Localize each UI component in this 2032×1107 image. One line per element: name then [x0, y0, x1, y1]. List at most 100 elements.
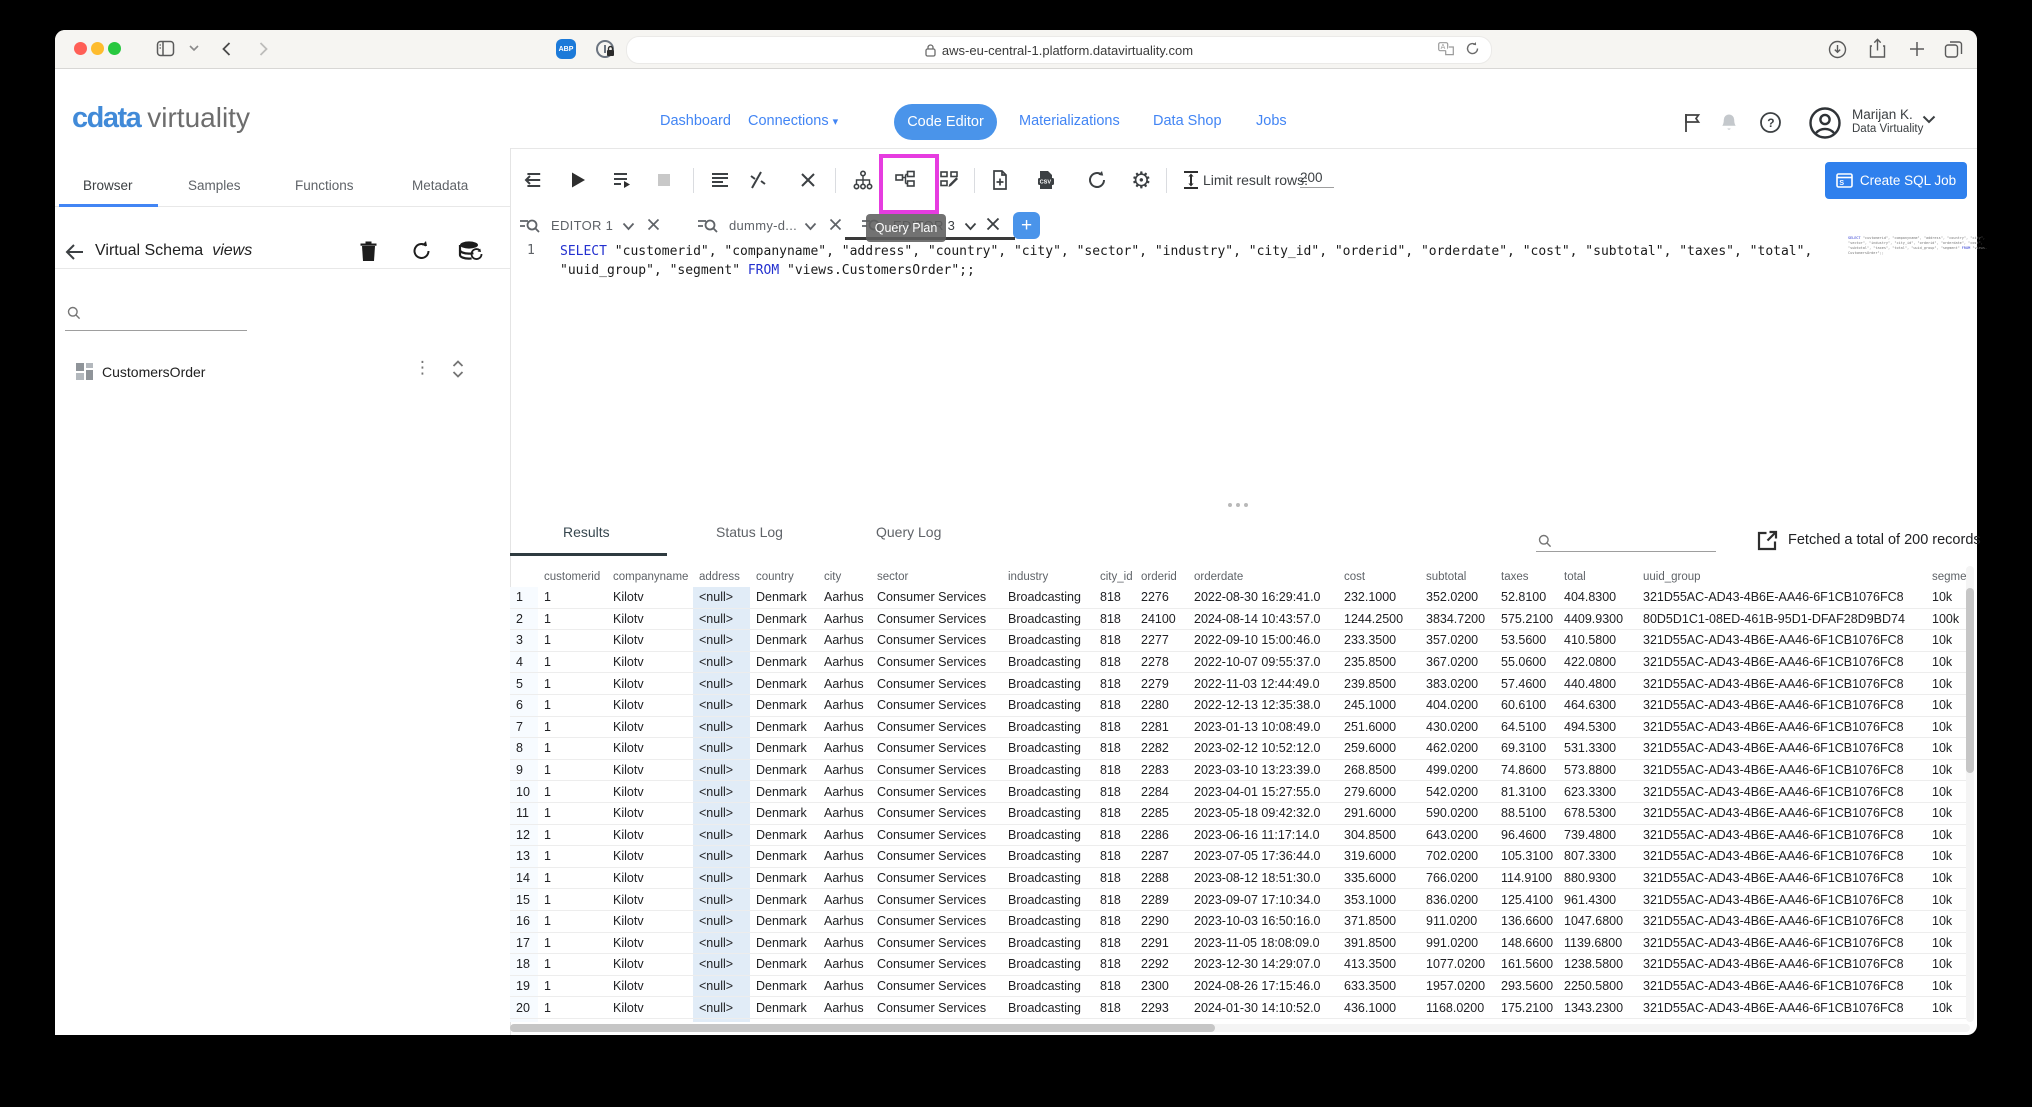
cell-sector[interactable]: Consumer Services [871, 824, 1002, 846]
cell-industry[interactable]: Broadcasting [1002, 630, 1094, 652]
cell-orderid[interactable]: 2294 [1135, 1018, 1188, 1022]
cell-cost[interactable]: 251.6000 [1338, 716, 1420, 738]
cell-sector[interactable]: Consumer Services [871, 587, 1002, 608]
cell-orderid[interactable]: 2276 [1135, 587, 1188, 608]
cell-sector[interactable]: Consumer Services [871, 846, 1002, 868]
cell-cost[interactable]: 413.3500 [1338, 954, 1420, 976]
column-header-total[interactable]: total [1558, 566, 1637, 587]
cell-subtotal[interactable]: 542.0200 [1420, 781, 1495, 803]
cell-industry[interactable]: Broadcasting [1002, 1018, 1094, 1022]
cell-orderid[interactable]: 24100 [1135, 608, 1188, 630]
cell-address[interactable]: <null> [693, 997, 750, 1019]
cell-address[interactable]: <null> [693, 889, 750, 911]
cell-customerid[interactable]: 1 [538, 997, 607, 1019]
cell-orderdate[interactable]: 2023-03-10 13:23:39.0 [1188, 759, 1338, 781]
cell-subtotal[interactable]: 836.0200 [1420, 889, 1495, 911]
cell-customerid[interactable]: 1 [538, 975, 607, 997]
editor-tab-2-chevron-icon[interactable] [804, 222, 817, 231]
column-header-subtotal[interactable]: subtotal [1420, 566, 1495, 587]
cell-uuid_group[interactable]: 80D5D1C1-08ED-461B-95D1-DFAF28D9BD74 [1637, 608, 1926, 630]
cell-subtotal[interactable]: 991.0200 [1420, 932, 1495, 954]
table-row[interactable]: 91Kilotv<null>DenmarkAarhusConsumer Serv… [510, 759, 1966, 781]
column-header-city_id[interactable]: city_id [1094, 566, 1135, 587]
cell-cost[interactable]: 232.1000 [1338, 587, 1420, 608]
cell-industry[interactable]: Broadcasting [1002, 716, 1094, 738]
cell-subtotal[interactable]: 702.0200 [1420, 846, 1495, 868]
panel-splitter-handle[interactable] [1228, 503, 1248, 507]
edit-query-plan-icon[interactable] [939, 169, 961, 191]
cell-sector[interactable]: Consumer Services [871, 630, 1002, 652]
column-header-companyname[interactable]: companyname [607, 566, 693, 587]
cell-taxes[interactable]: 161.5600 [1495, 954, 1558, 976]
table-row[interactable]: 121Kilotv<null>DenmarkAarhusConsumer Ser… [510, 824, 1966, 846]
cell-orderdate[interactable]: 2023-02-12 10:52:12.0 [1188, 738, 1338, 760]
cell-orderid[interactable]: 2290 [1135, 910, 1188, 932]
tab-overview-icon[interactable] [1944, 40, 1963, 59]
cell-segment[interactable]: 10k [1926, 630, 1966, 652]
cell-companyname[interactable]: Kilotv [607, 781, 693, 803]
cell-companyname[interactable]: Kilotv [607, 759, 693, 781]
password-manager-extension-icon[interactable] [595, 39, 615, 59]
cell-country[interactable]: Denmark [750, 997, 818, 1019]
cell-industry[interactable]: Broadcasting [1002, 910, 1094, 932]
table-row[interactable]: 211Kilotv<null>DenmarkAarhusConsumer Ser… [510, 1018, 1966, 1022]
minimize-window-button[interactable] [91, 42, 104, 55]
cell-orderdate[interactable]: 2023-10-03 16:50:16.0 [1188, 910, 1338, 932]
nav-data-shop[interactable]: Data Shop [1153, 113, 1222, 129]
cell-subtotal[interactable]: 357.0200 [1420, 630, 1495, 652]
cell-taxes[interactable]: 81.3100 [1495, 781, 1558, 803]
cell-city[interactable]: Aarhus [818, 694, 871, 716]
cell-country[interactable]: Denmark [750, 910, 818, 932]
toggle-comment-icon[interactable] [747, 169, 769, 191]
cell-cost[interactable]: 436.1000 [1338, 997, 1420, 1019]
cell-segment[interactable]: 10k [1926, 1018, 1966, 1022]
cell-uuid_group[interactable]: 321D55AC-AD43-4B6E-AA46-6F1CB1076FC8 [1637, 694, 1926, 716]
cell-companyname[interactable]: Kilotv [607, 1018, 693, 1022]
cell-customerid[interactable]: 1 [538, 673, 607, 695]
horizontal-scrollbar-thumb[interactable] [510, 1024, 1215, 1032]
column-header-cost[interactable]: cost [1338, 566, 1420, 587]
cell-city[interactable]: Aarhus [818, 932, 871, 954]
cell-subtotal[interactable]: 352.0200 [1420, 587, 1495, 608]
table-row[interactable]: 31Kilotv<null>DenmarkAarhusConsumer Serv… [510, 630, 1966, 652]
cell-address[interactable]: <null> [693, 738, 750, 760]
sidebar-tab-functions[interactable]: Functions [295, 178, 354, 193]
cell-cost[interactable]: 633.3500 [1338, 975, 1420, 997]
cell-orderid[interactable]: 2284 [1135, 781, 1188, 803]
table-row[interactable]: 161Kilotv<null>DenmarkAarhusConsumer Ser… [510, 910, 1966, 932]
cell-customerid[interactable]: 1 [538, 694, 607, 716]
cell-industry[interactable]: Broadcasting [1002, 759, 1094, 781]
cell-industry[interactable]: Broadcasting [1002, 673, 1094, 695]
row-number[interactable]: 11 [510, 802, 538, 824]
cell-city_id[interactable]: 818 [1094, 738, 1135, 760]
cell-industry[interactable]: Broadcasting [1002, 608, 1094, 630]
cell-city[interactable]: Aarhus [818, 716, 871, 738]
cell-orderdate[interactable]: 2023-05-18 09:42:32.0 [1188, 802, 1338, 824]
row-number[interactable]: 20 [510, 997, 538, 1019]
cell-orderdate[interactable]: 2022-09-10 15:00:46.0 [1188, 630, 1338, 652]
cell-city_id[interactable]: 818 [1094, 673, 1135, 695]
cell-cost[interactable]: 291.6000 [1338, 802, 1420, 824]
cell-cost[interactable]: 235.8500 [1338, 651, 1420, 673]
cell-sector[interactable]: Consumer Services [871, 802, 1002, 824]
cell-uuid_group[interactable]: 321D55AC-AD43-4B6E-AA46-6F1CB1076FC8 [1637, 910, 1926, 932]
cell-country[interactable]: Denmark [750, 608, 818, 630]
cell-cost[interactable]: 391.8500 [1338, 932, 1420, 954]
cell-city_id[interactable]: 818 [1094, 1018, 1135, 1022]
cell-customerid[interactable]: 1 [538, 954, 607, 976]
cell-segment[interactable]: 10k [1926, 673, 1966, 695]
cell-city[interactable]: Aarhus [818, 673, 871, 695]
cell-segment[interactable]: 10k [1926, 910, 1966, 932]
table-row[interactable]: 171Kilotv<null>DenmarkAarhusConsumer Ser… [510, 932, 1966, 954]
cell-sector[interactable]: Consumer Services [871, 608, 1002, 630]
cell-customerid[interactable]: 1 [538, 1018, 607, 1022]
cell-industry[interactable]: Broadcasting [1002, 889, 1094, 911]
cell-segment[interactable]: 10k [1926, 759, 1966, 781]
cell-customerid[interactable]: 1 [538, 716, 607, 738]
cell-subtotal[interactable]: 1957.0200 [1420, 975, 1495, 997]
cell-companyname[interactable]: Kilotv [607, 608, 693, 630]
editor-tab-2-close-icon[interactable] [828, 217, 843, 232]
limit-rows-input[interactable]: 200 [1300, 170, 1334, 188]
sidebar-search-input[interactable] [65, 306, 247, 331]
table-row[interactable]: 81Kilotv<null>DenmarkAarhusConsumer Serv… [510, 738, 1966, 760]
